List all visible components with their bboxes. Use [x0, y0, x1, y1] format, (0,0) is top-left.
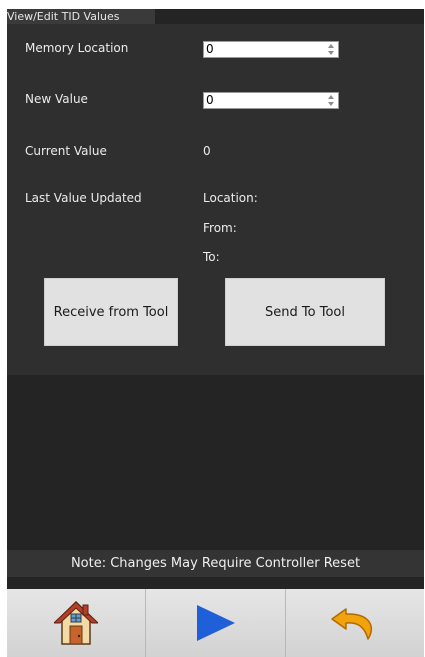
reset-note: Note: Changes May Require Controller Res… — [7, 550, 424, 577]
receive-from-tool-button[interactable]: Receive from Tool — [44, 278, 178, 346]
play-button[interactable] — [145, 589, 285, 657]
bottom-nav — [7, 589, 424, 657]
new-value-label: New Value — [25, 92, 88, 106]
location-label: Location: — [203, 191, 258, 205]
play-icon — [197, 605, 236, 641]
spin-arrows-icon[interactable] — [328, 44, 334, 55]
new-value-value: 0 — [206, 93, 214, 107]
home-icon — [54, 600, 99, 645]
memory-location-spinbox[interactable]: 0 — [203, 41, 339, 58]
to-label: To: — [203, 250, 220, 264]
new-value-spinbox[interactable]: 0 — [203, 92, 339, 109]
home-button[interactable] — [7, 589, 146, 657]
undo-icon — [331, 608, 372, 640]
back-button[interactable] — [284, 589, 424, 657]
last-value-updated-label: Last Value Updated — [25, 191, 142, 205]
window-title: View/Edit TID Values — [7, 9, 155, 24]
send-to-tool-button[interactable]: Send To Tool — [225, 278, 385, 346]
tid-values-panel: Memory Location 0 New Value 0 Current Va… — [7, 24, 424, 375]
memory-location-value: 0 — [206, 42, 214, 56]
current-value-readout: 0 — [203, 144, 211, 158]
spin-arrows-icon[interactable] — [328, 95, 334, 106]
current-value-label: Current Value — [25, 144, 107, 158]
tid-screen: View/Edit TID Values Memory Location 0 N… — [7, 9, 424, 657]
memory-location-label: Memory Location — [25, 41, 129, 55]
from-label: From: — [203, 221, 237, 235]
